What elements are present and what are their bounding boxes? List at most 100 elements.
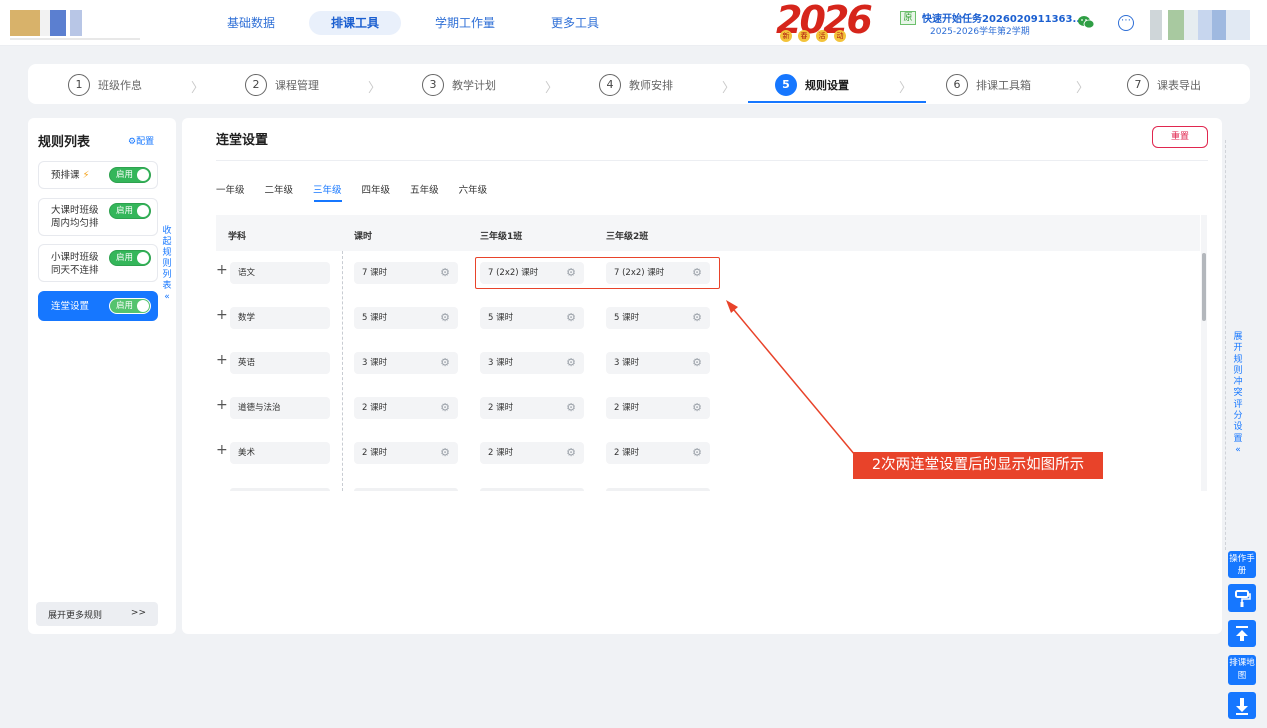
annotation-highlight-box	[475, 257, 720, 289]
class-1-cell[interactable]: 3 课时 ⚙	[480, 352, 584, 374]
right-divider	[1225, 140, 1226, 550]
operation-manual-button[interactable]: 操作手册	[1228, 551, 1256, 578]
rule-name: 大课时班级 周内均匀排	[51, 205, 99, 229]
task-title: 快速开始任务2026020911363...	[922, 14, 1084, 25]
logo-tag: 动	[834, 30, 846, 42]
tab-grade-3[interactable]: 三年级	[313, 182, 342, 196]
step-teacher-assignment[interactable]: 4 教师安排	[599, 74, 673, 96]
hours-cell[interactable]: 2 课时 ⚙	[354, 397, 458, 419]
chevron-right-icon: 〉	[545, 81, 559, 96]
step-label: 教师安排	[629, 79, 673, 92]
gear-icon[interactable]: ⚙	[566, 307, 576, 329]
expand-row-button[interactable]: +	[216, 397, 228, 413]
class-2-cell[interactable]: 2 课时 ⚙	[606, 397, 710, 419]
wechat-icon[interactable]	[1078, 15, 1095, 29]
rule-toggle[interactable]: 启用	[109, 298, 151, 314]
tab-grade-6[interactable]: 六年级	[459, 182, 488, 196]
step-rule-settings[interactable]: 5 规则设置	[775, 74, 849, 96]
expand-row-button[interactable]: +	[216, 307, 228, 323]
expand-row-button[interactable]: +	[216, 262, 228, 278]
class-2-cell[interactable]: 3 课时 ⚙	[606, 352, 710, 374]
school-logo[interactable]	[10, 10, 110, 36]
logo-tag: 新	[780, 30, 792, 42]
tab-grade-5[interactable]: 五年级	[410, 182, 439, 196]
divider	[216, 160, 1208, 161]
expand-more-rules-button[interactable]: 展开更多规则 >>	[36, 602, 158, 626]
rule-item-pre-schedule[interactable]: 预排课 ⚡ 启用	[38, 161, 158, 189]
rule-name: 小课时班级 同天不连排	[51, 252, 99, 276]
rule-toggle[interactable]: 启用	[109, 203, 151, 219]
step-number: 6	[946, 74, 968, 96]
active-tab-underline	[314, 200, 342, 202]
class-1-cell[interactable]: 5 课时 ⚙	[480, 307, 584, 329]
gear-icon[interactable]: ⚙	[440, 352, 450, 374]
step-number: 2	[245, 74, 267, 96]
rule-toggle[interactable]: 启用	[109, 250, 151, 266]
collapse-rule-list-toggle[interactable]: 收起规则列表 «	[161, 226, 173, 303]
tab-grade-2[interactable]: 二年级	[265, 182, 294, 196]
nav-term-workload[interactable]: 学期工作量	[413, 11, 517, 35]
step-number: 4	[599, 74, 621, 96]
tab-grade-1[interactable]: 一年级	[216, 182, 245, 196]
gear-icon[interactable]: ⚙	[566, 352, 576, 374]
message-icon[interactable]: ⋯	[1118, 15, 1134, 31]
gear-icon[interactable]: ⚙	[566, 397, 576, 419]
column-header: 三年级2班	[606, 232, 649, 242]
class-2-cell[interactable]: 5 课时 ⚙	[606, 307, 710, 329]
nav-more-tools[interactable]: 更多工具	[529, 11, 621, 35]
step-course-management[interactable]: 2 课程管理	[245, 74, 319, 96]
gear-icon[interactable]: ⚙	[692, 307, 702, 329]
expand-conflict-scoring-toggle[interactable]: 展开规则冲突评分设置 «	[1232, 332, 1244, 456]
hours-cell[interactable]: 2 课时 ⚙	[354, 442, 458, 464]
nav-scheduling-tools[interactable]: 排课工具	[309, 11, 402, 35]
gear-icon[interactable]: ⚙	[692, 352, 702, 374]
gear-icon[interactable]: ⚙	[692, 442, 702, 464]
subject-cell: 英语	[230, 352, 330, 374]
step-class-schedule[interactable]: 1 班级作息	[68, 74, 142, 96]
grade-tabs: 一年级 二年级 三年级 四年级 五年级 六年级	[216, 182, 507, 196]
gear-icon[interactable]: ⚙	[440, 397, 450, 419]
scheduling-map-button[interactable]: 排课地图	[1228, 655, 1256, 685]
step-label: 课程管理	[275, 79, 319, 92]
rule-item-consecutive-classes[interactable]: 连堂设置 启用	[38, 291, 158, 321]
class-1-cell[interactable]: 2 课时 ⚙	[480, 442, 584, 464]
scrollbar-thumb[interactable]	[1202, 253, 1206, 321]
logo-divider	[10, 38, 140, 40]
reset-button[interactable]: 重置	[1152, 126, 1208, 148]
rule-item-large-hours-even[interactable]: 大课时班级 周内均匀排 启用	[38, 198, 158, 236]
rule-item-small-hours-no-consecutive[interactable]: 小课时班级 同天不连排 启用	[38, 244, 158, 282]
paint-roller-icon[interactable]	[1228, 584, 1256, 612]
step-number: 5	[775, 74, 797, 96]
tab-grade-4[interactable]: 四年级	[362, 182, 391, 196]
hours-cell[interactable]: 5 课时 ⚙	[354, 307, 458, 329]
table-row: + 道德与法治 2 课时 ⚙ 2 课时 ⚙ 2 课时 ⚙	[216, 388, 1200, 433]
back-to-top-icon[interactable]	[1228, 620, 1256, 647]
rule-toggle[interactable]: 启用	[109, 167, 151, 183]
more-rules-label: 展开更多规则	[48, 611, 103, 621]
hours-cell[interactable]: 3 课时 ⚙	[354, 352, 458, 374]
gear-icon[interactable]: ⚙	[692, 397, 702, 419]
config-button[interactable]: ⚙配置	[128, 134, 154, 147]
consecutive-settings-panel: 连堂设置 重置 一年级 二年级 三年级 四年级 五年级 六年级 学科 课时 三年…	[182, 118, 1222, 634]
nav-basic-data[interactable]: 基础数据	[205, 11, 297, 35]
gear-icon[interactable]: ⚙	[440, 307, 450, 329]
gear-icon[interactable]: ⚙	[440, 442, 450, 464]
download-icon[interactable]	[1228, 692, 1256, 719]
logo-tag: 活	[816, 30, 828, 42]
user-avatar[interactable]	[1150, 10, 1250, 40]
expand-row-button[interactable]: +	[216, 442, 228, 458]
gear-icon[interactable]: ⚙	[566, 442, 576, 464]
chevron-right-icon: 〉	[1076, 81, 1090, 96]
event-2026-logo[interactable]: 2026 新 春 活 动	[776, 0, 873, 42]
class-2-cell[interactable]: 2 课时 ⚙	[606, 442, 710, 464]
class-1-cell[interactable]: 2 课时 ⚙	[480, 397, 584, 419]
step-scheduling-toolbox[interactable]: 6 排课工具箱	[946, 74, 1031, 96]
workflow-steps: 1 班级作息 〉 2 课程管理 〉 3 教学计划 〉 4 教师安排 〉 5 规则…	[28, 64, 1250, 104]
step-number: 1	[68, 74, 90, 96]
expand-row-button[interactable]: +	[216, 352, 228, 368]
hours-cell[interactable]: 7 课时 ⚙	[354, 262, 458, 284]
lightning-icon: ⚡	[82, 170, 90, 181]
step-teaching-plan[interactable]: 3 教学计划	[422, 74, 496, 96]
step-timetable-export[interactable]: 7 课表导出	[1127, 74, 1201, 96]
gear-icon[interactable]: ⚙	[440, 262, 450, 284]
